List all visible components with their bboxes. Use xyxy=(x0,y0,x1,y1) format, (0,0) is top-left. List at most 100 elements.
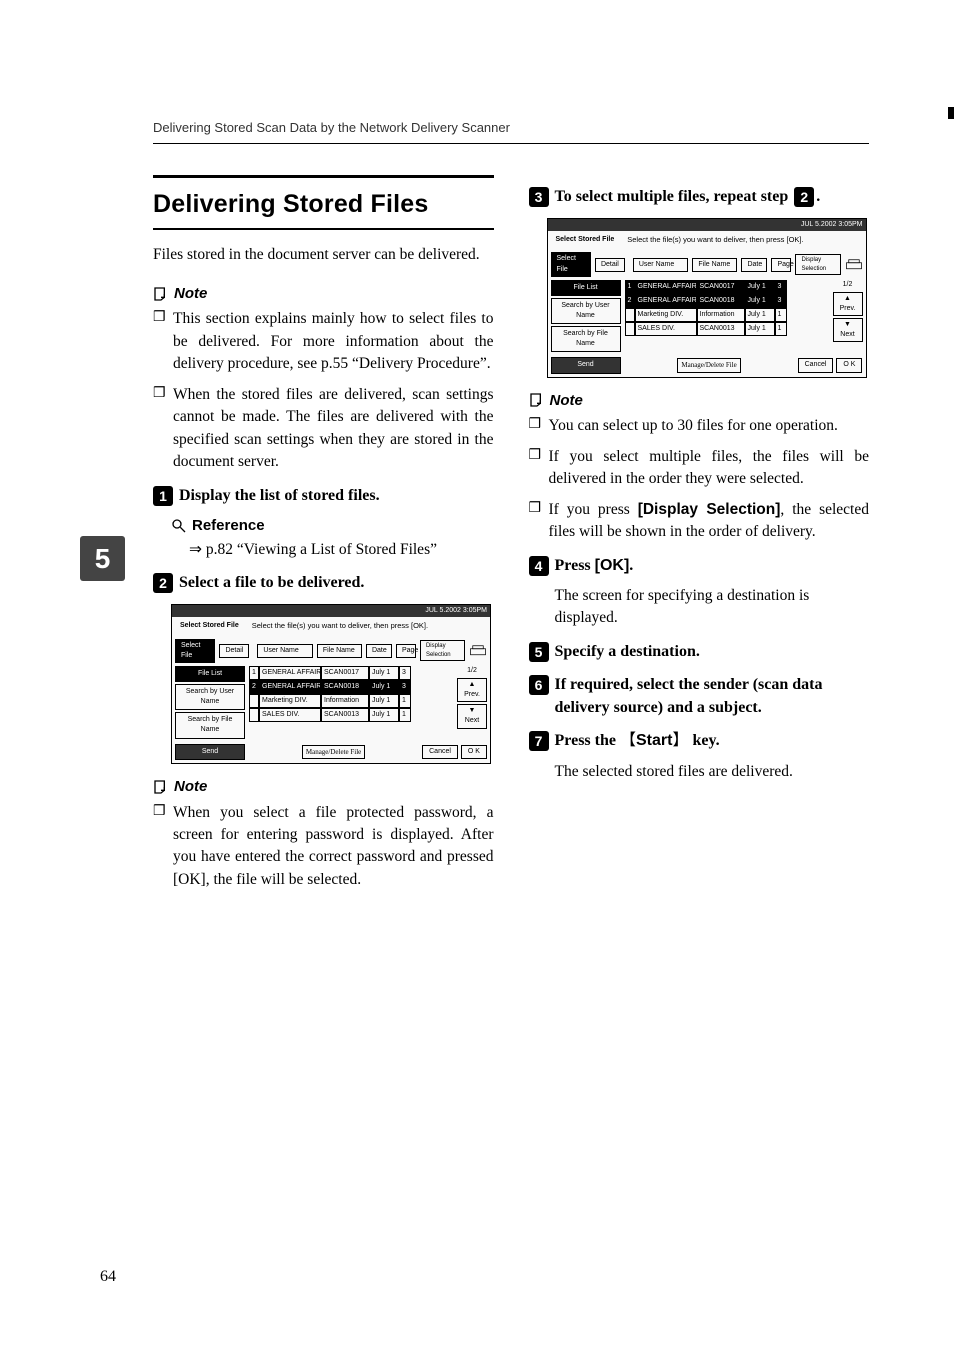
ss-row[interactable]: Marketing DIV. Information July 1 1 xyxy=(625,308,829,322)
ss-next-button[interactable]: ▼ Next xyxy=(833,318,863,342)
step-1: 1 Display the list of stored files. xyxy=(153,484,494,507)
ss-file-list-button[interactable]: File List xyxy=(175,666,245,682)
reference-body: p.82 “Viewing a List of Stored Files” xyxy=(206,541,437,558)
ss-file-list-button[interactable]: File List xyxy=(551,280,621,296)
ss-row-selected[interactable]: 2 GENERAL AFFAIRS SCAN0018 July 1 3 xyxy=(249,680,453,694)
scanner-icon xyxy=(469,642,487,660)
page-number: 64 xyxy=(100,1268,116,1286)
ss-header-date: Date xyxy=(741,258,767,272)
ss-row[interactable]: SALES DIV. SCAN0013 July 1 1 xyxy=(625,322,829,336)
note-list-intro: This section explains mainly how to sele… xyxy=(153,308,494,473)
ss-cancel-button[interactable]: Cancel xyxy=(798,358,834,372)
ss-header-user: User Name xyxy=(633,258,689,272)
ss-prev-button[interactable]: ▲ Prev. xyxy=(833,292,863,316)
ss-search-user-button[interactable]: Search by User Name xyxy=(551,298,621,324)
note-icon xyxy=(153,779,169,795)
ss-row[interactable]: 1 GENERAL AFFAIRS SCAN0017 July 1 3 xyxy=(249,666,453,680)
ui-label-display-selection: [Display Selection] xyxy=(638,501,781,518)
step-ref-number: 2 xyxy=(794,187,814,207)
ss-header-page: Page xyxy=(396,644,416,658)
hardware-key-start: Start xyxy=(620,732,688,749)
ss-page-count: 1/2 xyxy=(467,666,477,676)
ui-screenshot-step3: JUL 5.2002 3:05PM Select Stored File Sel… xyxy=(547,218,867,377)
ss-next-button[interactable]: ▼ Next xyxy=(457,704,487,728)
step-text: To select multiple files, repeat step 2. xyxy=(555,185,870,208)
note-icon xyxy=(529,392,545,408)
ss-header-page: Page xyxy=(771,258,791,272)
step-3: 3 To select multiple files, repeat step … xyxy=(529,185,870,208)
ss-date: JUL 5.2002 3:05PM xyxy=(801,220,863,230)
arrow-icon: ⇒ xyxy=(189,541,202,558)
ss-header-file: File Name xyxy=(692,258,737,272)
ss-display-selection[interactable]: Display Selection xyxy=(795,254,840,275)
scanner-icon xyxy=(845,256,863,274)
note-item: If you press [Display Selection], the se… xyxy=(529,499,870,544)
reference-icon xyxy=(171,518,187,534)
ss-header-user: User Name xyxy=(257,644,313,658)
reference-label: Reference xyxy=(192,515,265,537)
note-list-step2: When you select a file protected passwor… xyxy=(153,802,494,892)
intro-text: Files stored in the document server can … xyxy=(153,244,494,266)
ss-search-file-button[interactable]: Search by File Name xyxy=(551,326,621,352)
step-number: 5 xyxy=(529,642,549,662)
note-label: Note xyxy=(174,283,207,305)
step-number: 2 xyxy=(153,573,173,593)
chapter-tab: 5 xyxy=(80,536,125,581)
ss-instruction: Select the file(s) you want to deliver, … xyxy=(252,621,428,632)
step-text: Select a file to be delivered. xyxy=(179,571,494,594)
step-text: Specify a destination. xyxy=(555,640,870,663)
step-text: Display the list of stored files. xyxy=(179,484,494,507)
step-6: 6 If required, select the sender (scan d… xyxy=(529,673,870,719)
note-item: This section explains mainly how to sele… xyxy=(153,308,494,375)
ss-tab-detail[interactable]: Detail xyxy=(219,644,249,658)
ss-row-selected[interactable]: 1 GENERAL AFFAIRS SCAN0017 July 1 3 xyxy=(625,280,829,294)
ss-row[interactable]: Marketing DIV. Information July 1 1 xyxy=(249,694,453,708)
crop-mark xyxy=(948,107,954,119)
step-text: If required, select the sender (scan dat… xyxy=(555,673,870,719)
running-head: Delivering Stored Scan Data by the Netwo… xyxy=(153,120,510,135)
step-7: 7 Press the Start key. xyxy=(529,729,870,752)
step-4-body: The screen for specifying a destination … xyxy=(555,585,870,630)
step-text: Press the Start key. xyxy=(555,729,870,752)
ss-page-count: 1/2 xyxy=(843,280,853,290)
ss-title: Select Stored File xyxy=(551,234,620,246)
note-heading: Note xyxy=(153,776,494,798)
ss-header-date: Date xyxy=(366,644,392,658)
note-item: When you select a file protected passwor… xyxy=(153,802,494,892)
ss-row[interactable]: SALES DIV. SCAN0013 July 1 1 xyxy=(249,708,453,722)
ss-title: Select Stored File xyxy=(175,620,244,632)
ss-tab-detail[interactable]: Detail xyxy=(595,258,625,272)
ss-row-selected[interactable]: 2 GENERAL AFFAIRS SCAN0018 July 1 3 xyxy=(625,294,829,308)
step-7-body: The selected stored files are delivered. xyxy=(555,761,870,783)
left-column: Delivering Stored Files Files stored in … xyxy=(153,175,494,901)
ss-send-button[interactable]: Send xyxy=(175,744,245,760)
ss-send-button[interactable]: Send xyxy=(551,357,621,373)
step-5: 5 Specify a destination. xyxy=(529,640,870,663)
ss-instruction: Select the file(s) you want to deliver, … xyxy=(627,235,803,246)
ss-tab-select[interactable]: Select File xyxy=(175,639,215,663)
ui-label-ok: [OK] xyxy=(595,557,630,574)
running-head-rule xyxy=(153,143,869,144)
ss-ok-button[interactable]: O K xyxy=(836,358,862,372)
step-text: Press [OK]. xyxy=(555,554,870,577)
ss-cancel-button[interactable]: Cancel xyxy=(422,745,458,759)
ss-display-selection[interactable]: Display Selection xyxy=(420,640,465,661)
ss-search-file-button[interactable]: Search by File Name xyxy=(175,712,245,738)
ss-ok-button[interactable]: O K xyxy=(461,745,487,759)
note-list-step3: You can select up to 30 files for one op… xyxy=(529,415,870,543)
note-heading: Note xyxy=(529,390,870,412)
note-heading: Note xyxy=(153,283,494,305)
ss-prev-button[interactable]: ▲ Prev. xyxy=(457,678,487,702)
ss-tab-select[interactable]: Select File xyxy=(551,252,591,276)
note-item: You can select up to 30 files for one op… xyxy=(529,415,870,437)
step-number: 7 xyxy=(529,731,549,751)
ss-search-user-button[interactable]: Search by User Name xyxy=(175,684,245,710)
step-number: 4 xyxy=(529,556,549,576)
note-item: If you select multiple files, the files … xyxy=(529,446,870,491)
reference-heading: Reference xyxy=(171,515,494,537)
ss-manage-button[interactable]: Manage/Delete File xyxy=(677,358,740,372)
ui-screenshot-step2: JUL 5.2002 3:05PM Select Stored File Sel… xyxy=(171,604,491,763)
right-column: 3 To select multiple files, repeat step … xyxy=(529,175,870,901)
ss-manage-button[interactable]: Manage/Delete File xyxy=(302,745,365,759)
step-2: 2 Select a file to be delivered. xyxy=(153,571,494,594)
